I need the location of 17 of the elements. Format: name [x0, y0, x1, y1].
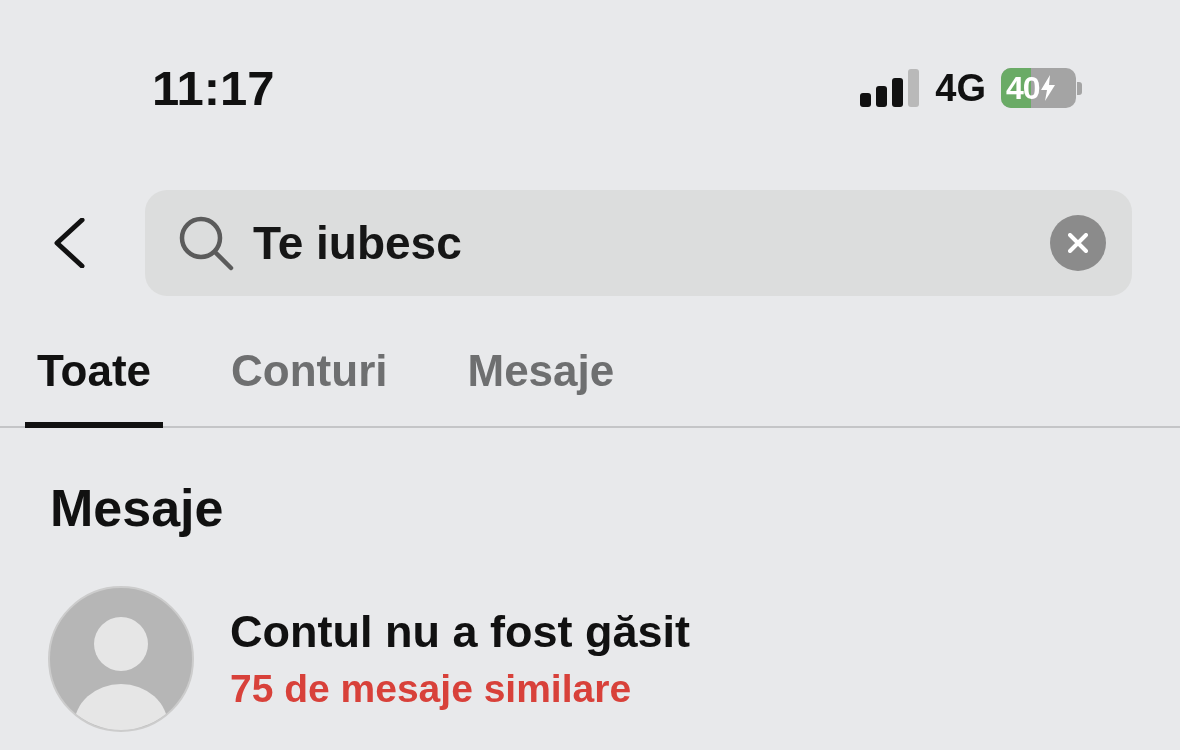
clear-button[interactable] [1050, 215, 1106, 271]
search-input[interactable]: Te iubesc [253, 208, 1050, 278]
status-time: 11:17 [152, 63, 275, 113]
tab[interactable]: Toate [25, 320, 164, 428]
search-bar[interactable]: Te iubesc [145, 190, 1132, 296]
tab[interactable]: Mesaje [455, 320, 627, 428]
network-label: 4G [935, 69, 986, 107]
tab[interactable]: Conturi [219, 320, 400, 428]
close-icon [1068, 233, 1088, 253]
result-title: Contul nu a fost găsit [230, 607, 690, 657]
section-heading: Mesaje [50, 480, 224, 536]
battery-percentage: 40 [1006, 72, 1040, 104]
avatar-icon [48, 586, 194, 732]
signal-icon [860, 69, 921, 107]
search-icon [178, 215, 234, 271]
chevron-left-icon [53, 218, 85, 268]
result-subtitle: 75 de mesaje similare [230, 667, 633, 711]
